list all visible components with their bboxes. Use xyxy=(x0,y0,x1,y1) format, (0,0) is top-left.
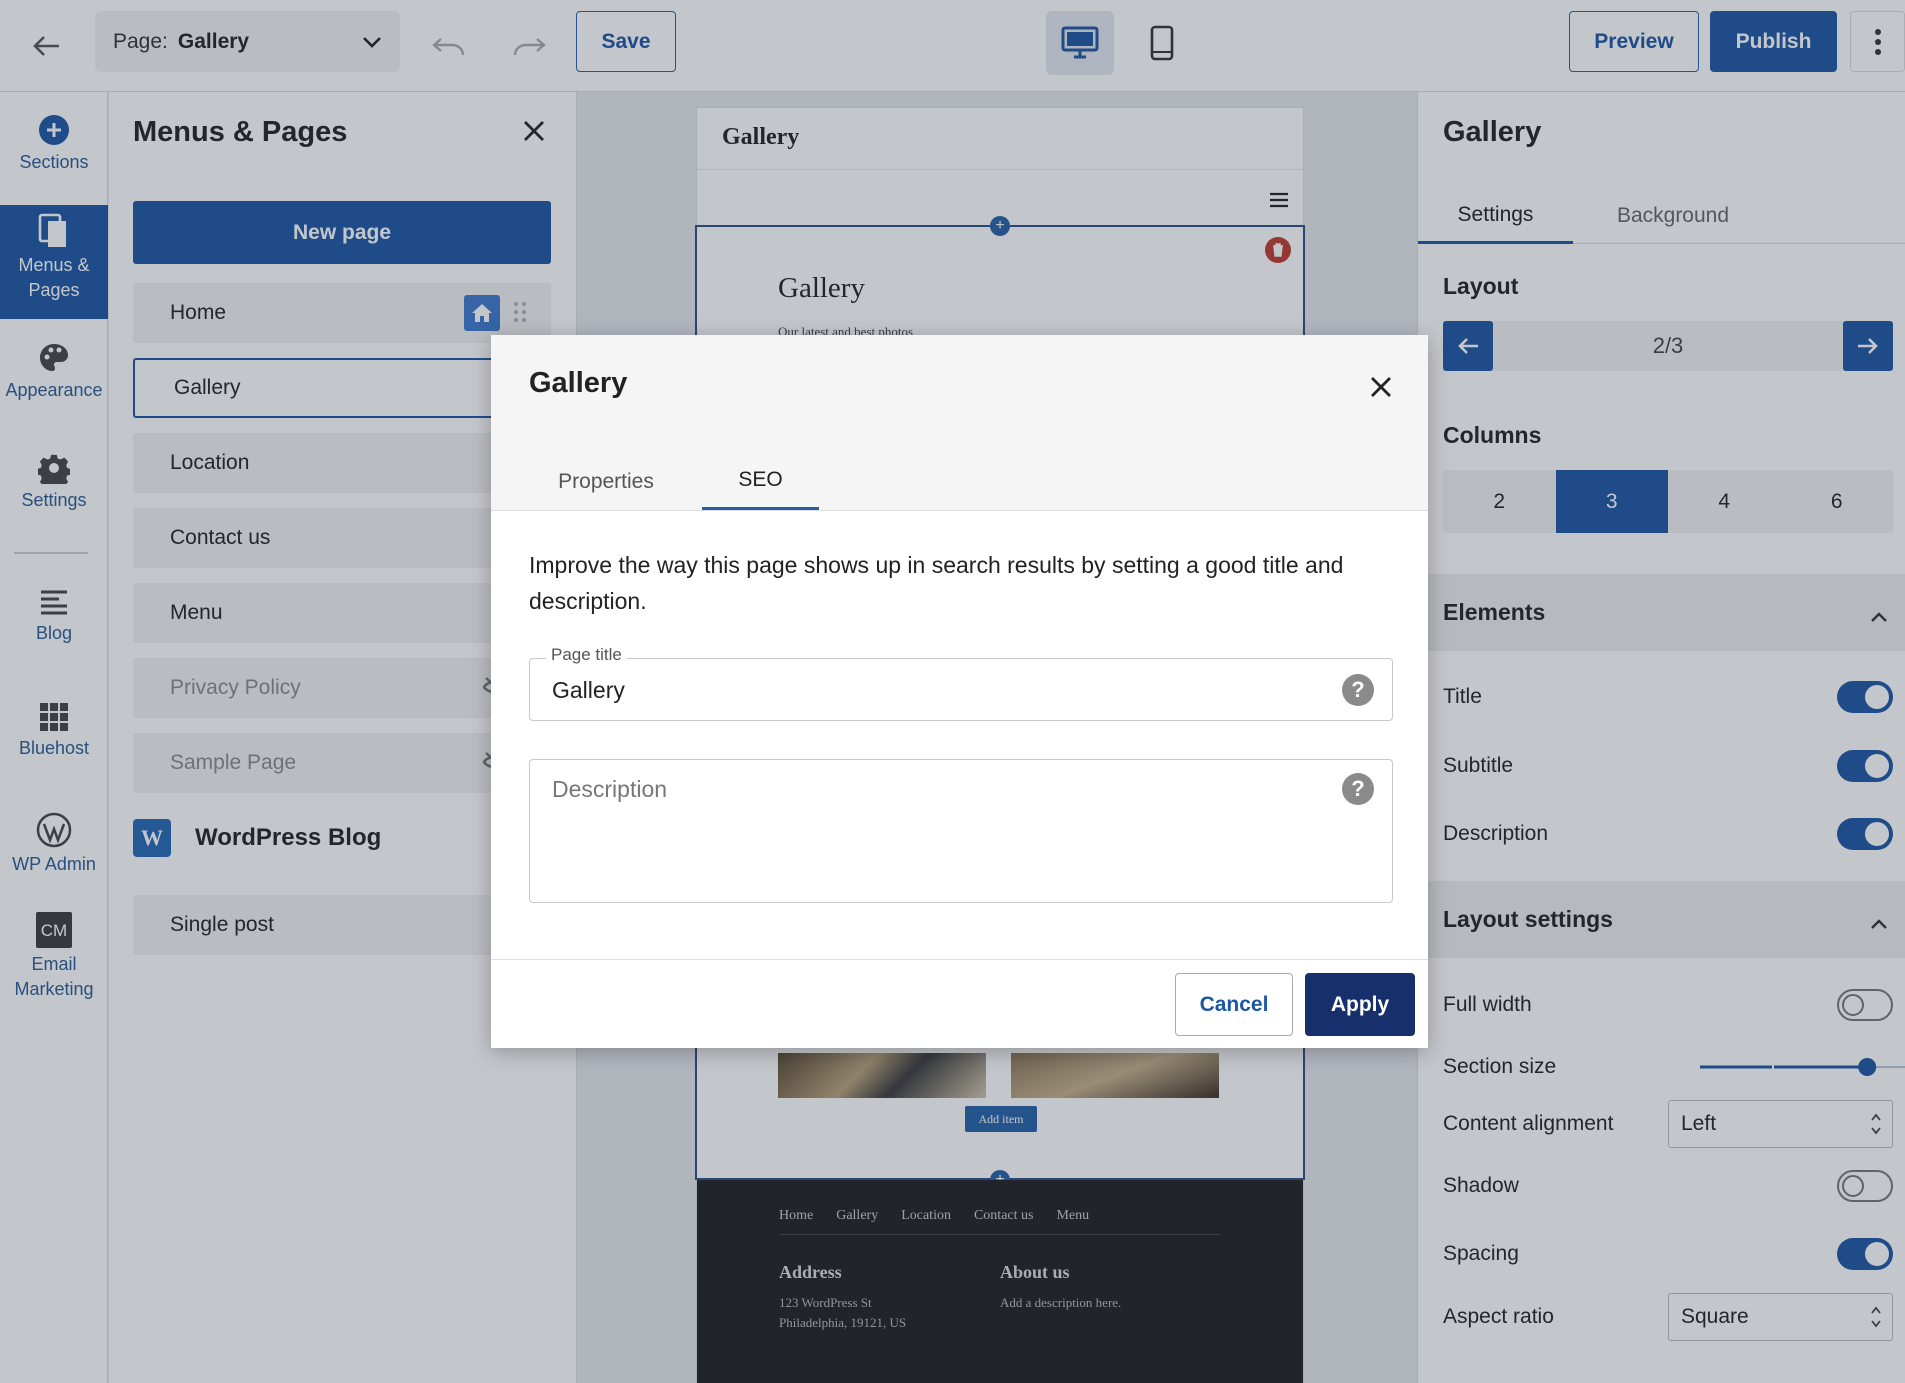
page-title-value: Gallery xyxy=(552,677,625,703)
page-settings-dialog: Gallery Properties SEO Improve the way t… xyxy=(491,335,1428,1048)
tab-seo[interactable]: SEO xyxy=(702,453,819,510)
description-field[interactable]: Description ? xyxy=(529,759,1393,903)
seo-intro-text: Improve the way this page shows up in se… xyxy=(529,552,1344,614)
cancel-button[interactable]: Cancel xyxy=(1175,973,1293,1036)
tab-properties[interactable]: Properties xyxy=(529,453,683,510)
dialog-title: Gallery xyxy=(529,367,628,399)
description-placeholder: Description xyxy=(552,776,668,802)
apply-button[interactable]: Apply xyxy=(1305,973,1415,1036)
close-icon[interactable] xyxy=(1361,367,1401,407)
page-title-field[interactable]: Page title Gallery ? xyxy=(529,645,1393,721)
dialog-footer-divider xyxy=(491,959,1428,960)
help-icon[interactable]: ? xyxy=(1342,674,1374,706)
help-icon[interactable]: ? xyxy=(1342,773,1374,805)
page-title-label: Page title xyxy=(546,645,627,665)
dialog-header: Gallery Properties SEO xyxy=(491,335,1428,511)
